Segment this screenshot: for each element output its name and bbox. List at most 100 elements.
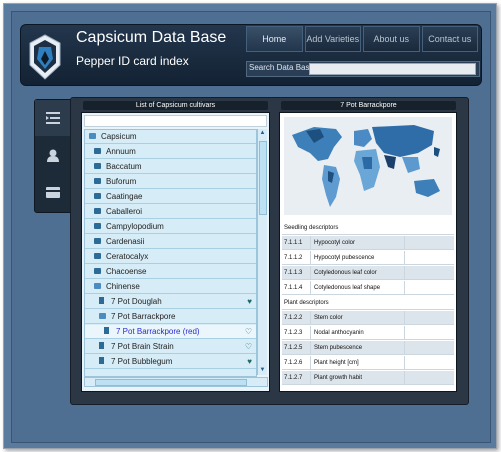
heart-outline-icon[interactable]: ♡ xyxy=(245,342,252,351)
tree-item-label: 7 Pot Bubblegum xyxy=(111,357,173,366)
folder-open-icon xyxy=(89,133,96,139)
tree-folder-item[interactable]: Cardenasii xyxy=(85,235,256,249)
tree-item-label: Buforum xyxy=(106,177,137,186)
tree-folder-item[interactable]: Buforum xyxy=(85,175,256,189)
tree-item-label: 7 Pot Barrackpore xyxy=(111,312,176,321)
descriptor-name: Plant height [cm] xyxy=(311,356,405,370)
descriptor-code: 7.1.1.1 xyxy=(282,236,311,250)
nav-home-button[interactable]: Home xyxy=(246,26,303,52)
world-map xyxy=(284,117,452,215)
descriptor-row: 7.1.1.3 Cotyledonous leaf color xyxy=(282,266,454,280)
descriptor-table: Seedling descriptors 7.1.1.1 Hypocotyl col… xyxy=(282,221,454,387)
folder-icon xyxy=(94,238,101,244)
cultivar-list-title: List of Capsicum cultivars xyxy=(83,101,268,110)
user-icon xyxy=(47,149,59,162)
folder-icon xyxy=(94,193,101,199)
descriptor-row: 7.1.1.1 Hypocotyl color xyxy=(282,236,454,250)
search-input[interactable] xyxy=(309,63,476,75)
tree-item-label: 7 Pot Douglah xyxy=(111,297,162,306)
list-icon xyxy=(46,112,60,124)
pepper-logo-icon xyxy=(29,34,61,80)
tree-vertical-scrollbar[interactable]: ▲ ▼ xyxy=(257,129,267,375)
descriptor-name: Plant growth habit xyxy=(311,371,405,385)
tree-folder-item[interactable]: Ceratocalyx xyxy=(85,250,256,264)
tree-item-label: Chacoense xyxy=(106,267,147,276)
folder-icon xyxy=(94,253,101,259)
descriptor-code: 7.1.2.3 xyxy=(282,326,311,340)
tree-folder-item[interactable]: Campylopodium xyxy=(85,220,256,234)
hscroll-thumb[interactable] xyxy=(95,379,247,386)
descriptor-code: 7.1.2.7 xyxy=(282,371,311,385)
descriptor-name: Hypocotyl color xyxy=(311,236,405,250)
descriptor-name: Hypocotyl pubescence xyxy=(311,251,405,265)
file-icon xyxy=(104,327,109,334)
descriptor-name: Cotyledonous leaf shape xyxy=(311,281,405,295)
descriptor-row: 7.1.2.5 Stem pubescence xyxy=(282,341,454,355)
descriptor-code: 7.1.2.5 xyxy=(282,341,311,355)
tree-folder-item[interactable]: 7 Pot Barrackpore xyxy=(85,310,256,324)
descriptor-section-heading: Seedling descriptors xyxy=(282,221,454,235)
list-filter-input[interactable] xyxy=(84,115,267,127)
tree-leaf-item[interactable]: 7 Pot Brain Strain ♡ xyxy=(85,340,256,354)
tree-item-label: Annuum xyxy=(106,147,136,156)
side-tabbar xyxy=(34,99,72,213)
nav-contact-button[interactable]: Contact us xyxy=(421,26,478,52)
tree-item-label: Caballeroi xyxy=(106,207,143,216)
folder-icon xyxy=(94,163,101,169)
tree-item-label: Campylopodium xyxy=(106,222,164,231)
descriptor-code: 7.1.2.6 xyxy=(282,356,311,370)
nav-about-button[interactable]: About us xyxy=(363,26,420,52)
heart-filled-icon[interactable]: ♥ xyxy=(247,357,252,366)
tab-user[interactable] xyxy=(35,137,71,173)
descriptor-code: 7.1.2.2 xyxy=(282,311,311,325)
folder-open-icon xyxy=(94,283,101,289)
card-icon xyxy=(46,186,60,198)
tree-leaf-item[interactable]: 7 Pot Barrackpore (red) ♡ xyxy=(85,325,256,339)
tree-item-label: 7 Pot Barrackpore (red) xyxy=(116,327,200,336)
tree-horizontal-scrollbar[interactable] xyxy=(84,377,268,387)
app-subtitle: Pepper ID card index xyxy=(76,54,189,68)
tree-item-label: Baccatum xyxy=(106,162,142,171)
descriptor-name: Cotyledonous leaf color xyxy=(311,266,405,280)
tree-folder-item[interactable]: Caatingae xyxy=(85,190,256,204)
app-title: Capsicum Data Base xyxy=(76,29,227,46)
folder-icon xyxy=(94,148,101,154)
heart-outline-icon[interactable]: ♡ xyxy=(245,327,252,336)
search-label: Search Data Base xyxy=(249,63,314,72)
tree-folder-item[interactable]: Chacoense xyxy=(85,265,256,279)
search-bar: Search Data Base xyxy=(246,61,480,77)
heart-filled-icon[interactable]: ♥ xyxy=(247,297,252,306)
scroll-thumb[interactable] xyxy=(259,141,267,215)
main-nav: Home Add Varieties About us Contact us xyxy=(246,26,478,52)
tree-item-label: Ceratocalyx xyxy=(106,252,149,261)
descriptor-name: Stem pubescence xyxy=(311,341,405,355)
descriptor-name: Nodal anthocyanin xyxy=(311,326,405,340)
header: Capsicum Data Base Pepper ID card index … xyxy=(20,24,482,86)
nav-add-varieties-button[interactable]: Add Varieties xyxy=(304,26,361,52)
tree-folder-item[interactable]: Caballeroi xyxy=(85,205,256,219)
descriptor-row: 7.1.2.6 Plant height [cm] xyxy=(282,356,454,370)
tree-folder-item[interactable]: Annuum xyxy=(85,145,256,159)
tree-leaf-item[interactable]: 7 Pot Bubblegum ♥ xyxy=(85,355,256,369)
cultivar-list-panel: Capsicum Annuum Baccatum Buforum Caatingae Ca… xyxy=(81,112,270,392)
tree-leaf-item[interactable]: 7 Pot Douglah ♥ xyxy=(85,295,256,309)
tab-list[interactable] xyxy=(35,100,71,136)
descriptor-row: 7.1.2.3 Nodal anthocyanin xyxy=(282,326,454,340)
descriptor-code: 7.1.1.3 xyxy=(282,266,311,280)
folder-icon xyxy=(94,223,101,229)
descriptor-name: Stem color xyxy=(311,311,405,325)
file-icon xyxy=(99,297,104,304)
folder-icon xyxy=(94,268,101,274)
folder-icon xyxy=(94,208,101,214)
tree-folder-item[interactable]: Capsicum xyxy=(85,130,256,144)
descriptor-code: 7.1.1.4 xyxy=(282,281,311,295)
scroll-up-icon[interactable]: ▲ xyxy=(258,129,267,138)
tab-card[interactable] xyxy=(35,174,71,210)
scroll-down-icon[interactable]: ▼ xyxy=(258,366,267,375)
tree-folder-item[interactable]: Chinense xyxy=(85,280,256,294)
descriptor-row: 7.1.2.7 Plant growth habit xyxy=(282,371,454,385)
file-icon xyxy=(99,357,104,364)
tree-folder-item[interactable]: Baccatum xyxy=(85,160,256,174)
descriptor-row: 7.1.1.4 Cotyledonous leaf shape xyxy=(282,281,454,295)
app-frame: Capsicum Data Base Pepper ID card index … xyxy=(3,3,497,449)
